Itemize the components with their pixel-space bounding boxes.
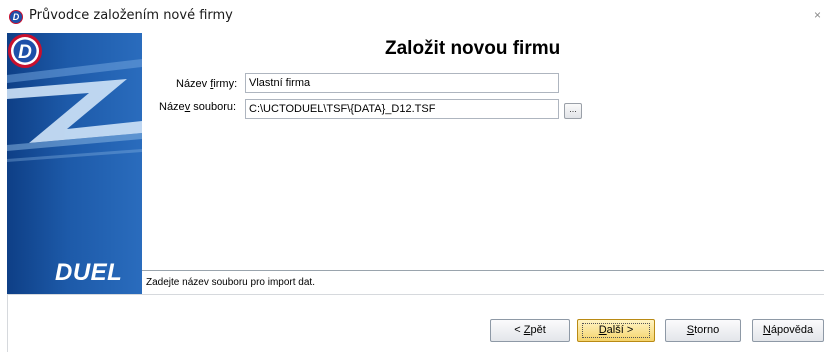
status-separator (142, 270, 824, 271)
file-name-label: Název souboru: (159, 101, 237, 113)
browse-button[interactable]: ... (564, 103, 582, 119)
back-button[interactable]: < Zpět (490, 319, 570, 342)
wizard-side-banner: D DUEL (7, 33, 142, 294)
company-name-input[interactable] (245, 73, 559, 93)
status-text: Zadejte název souboru pro import dat. (146, 277, 315, 288)
brand-logo-letter: D (18, 42, 32, 63)
duel-brand-icon: D (8, 34, 42, 68)
wizard-window: D Průvodce založením nové firmy × D DUEL… (0, 0, 824, 352)
help-button[interactable]: Nápověda (752, 319, 824, 342)
close-icon[interactable]: × (814, 8, 824, 24)
file-name-input[interactable] (245, 99, 559, 119)
button-area-separator (7, 294, 824, 295)
company-name-label: Název firmy: (176, 78, 238, 90)
banner-stripes-graphic (7, 59, 142, 162)
title-bar[interactable]: D Průvodce založením nové firmy × (0, 0, 824, 33)
cancel-button[interactable]: Storno (665, 319, 741, 342)
window-title: Průvodce založením nové firmy (29, 8, 233, 23)
page-title: Založit novou firmu (385, 38, 561, 59)
duel-logo-icon: D (9, 10, 23, 24)
next-button[interactable]: Další > (577, 319, 655, 342)
brand-name: DUEL (55, 259, 123, 286)
focus-rect (582, 323, 650, 338)
